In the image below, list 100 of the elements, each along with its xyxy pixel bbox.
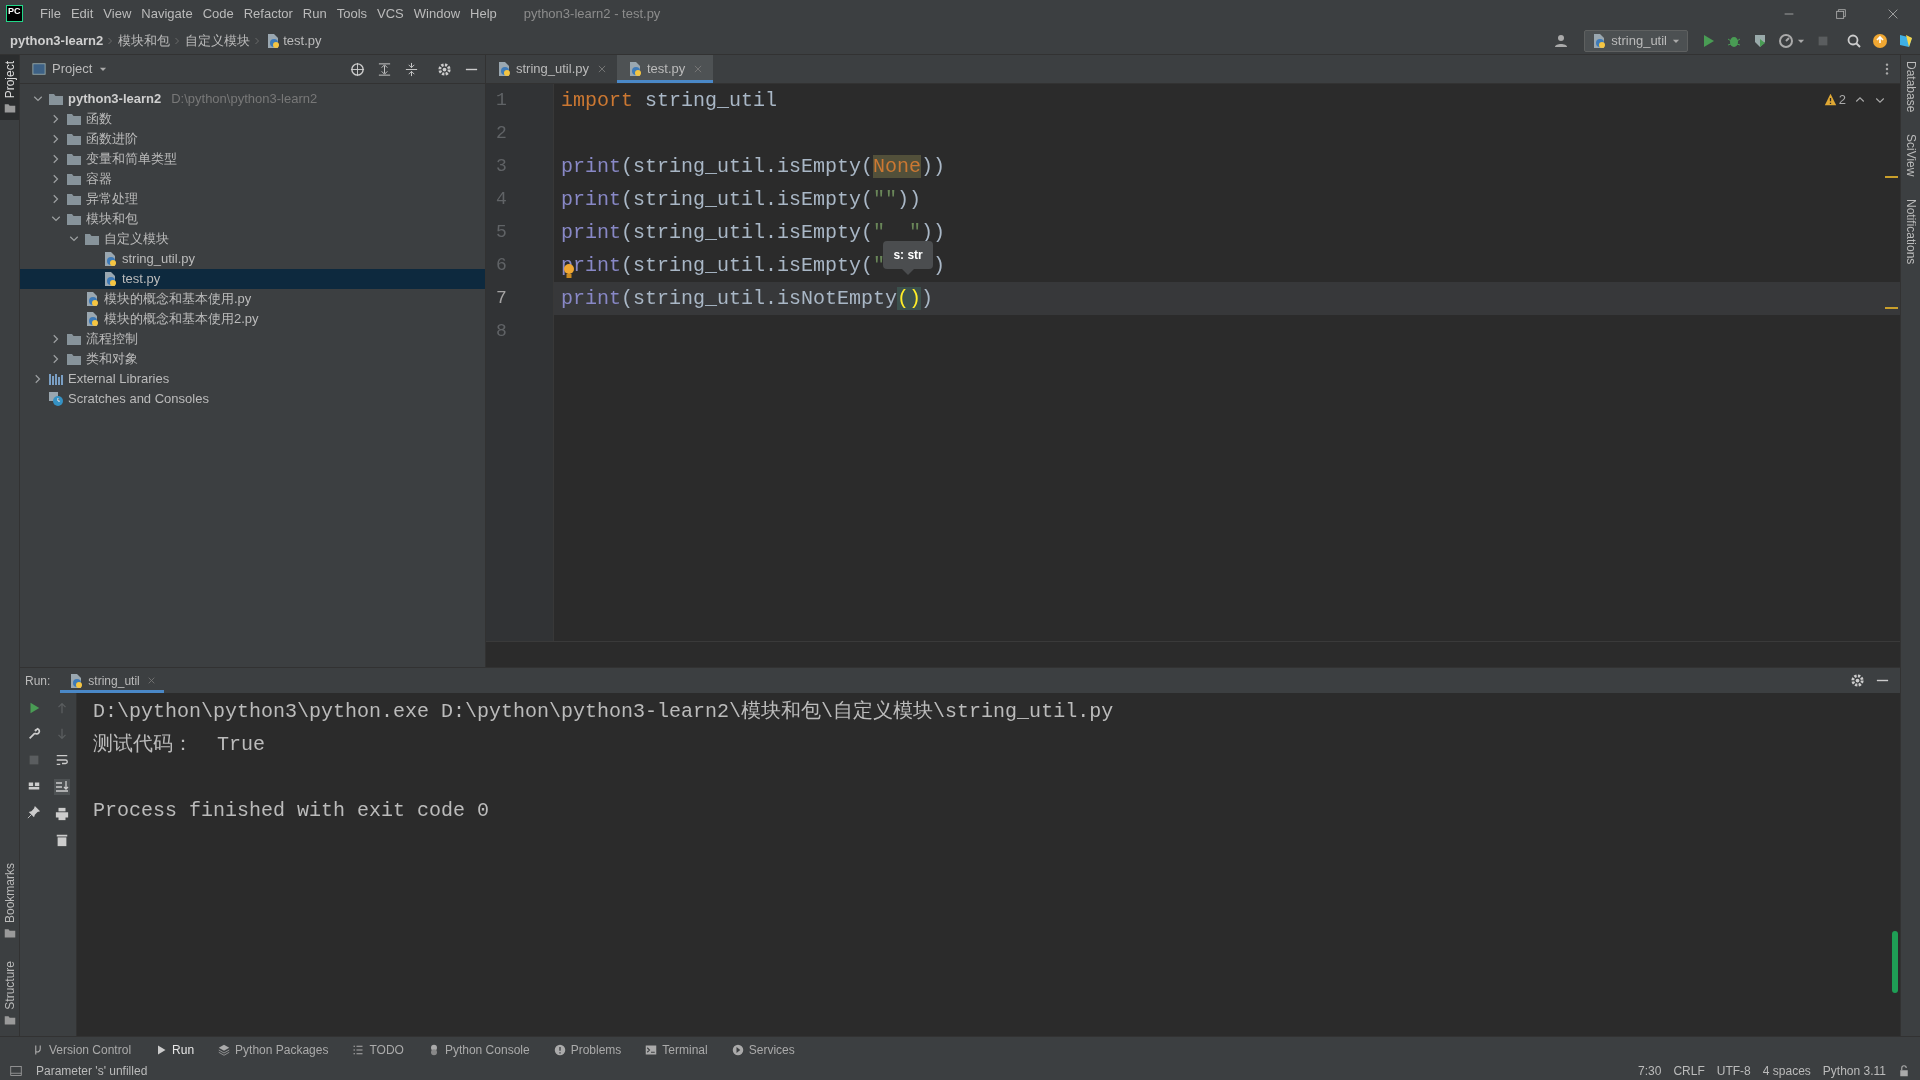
update-icon[interactable] — [1872, 32, 1888, 49]
code-line: print(string_util.isEmpty(None)) — [561, 154, 946, 180]
tree-item[interactable]: test.py — [20, 269, 485, 289]
expand-all-icon[interactable] — [377, 61, 392, 77]
python-file-icon — [84, 291, 100, 307]
settings-icon[interactable] — [437, 61, 452, 77]
gauge-icon[interactable] — [1778, 32, 1794, 49]
warning-stripe-mark — [1885, 176, 1898, 178]
tree-item[interactable]: Scratches and Consoles — [20, 389, 485, 409]
scratches-icon — [48, 391, 64, 407]
tree-item[interactable]: 变量和简单类型 — [20, 149, 485, 169]
folder-icon — [3, 1014, 16, 1026]
tool-window-tab[interactable]: Python Console — [425, 1038, 532, 1061]
tool-window-tab[interactable]: Services — [729, 1038, 797, 1061]
folder-icon — [3, 927, 16, 940]
tool-window-tab[interactable]: Terminal — [643, 1038, 710, 1061]
menu-item[interactable]: Window — [408, 3, 466, 24]
tool-window-button[interactable]: Structure — [0, 955, 19, 1032]
breadcrumb[interactable]: 自定义模块 — [185, 30, 251, 51]
tree-item[interactable]: string_util.py — [20, 249, 485, 269]
tree-item[interactable]: python3-learn2 D:\python\python3-learn2 — [20, 89, 485, 109]
run-configuration-dropdown[interactable]: string_util — [1584, 29, 1688, 52]
console-line: D:\python\python3\python.exe D:\python\python3-learn2\模块和包\自定义模块\string_util.py — [93, 699, 1115, 725]
editor-tab[interactable]: string_util.py — [486, 55, 617, 83]
python-file-icon — [84, 311, 100, 327]
warning-count[interactable]: 2 — [1823, 90, 1846, 110]
tree-item[interactable]: 模块的概念和基本使用.py — [20, 289, 485, 309]
menu-item[interactable]: Edit — [65, 3, 99, 24]
search-icon[interactable] — [1846, 32, 1862, 49]
status-item[interactable]: CRLF — [1673, 1062, 1705, 1080]
editor-tab[interactable]: test.py — [617, 55, 714, 83]
menu-item[interactable]: Refactor — [238, 3, 298, 24]
soft-wrap-icon[interactable] — [55, 753, 69, 767]
locate-icon[interactable] — [350, 61, 365, 77]
branch-icon — [32, 1043, 44, 1056]
warning-stripe-mark — [1885, 307, 1898, 309]
tree-item[interactable]: 函数进阶 — [20, 129, 485, 149]
python-file-icon — [496, 61, 512, 77]
scroll-to-end-icon[interactable] — [54, 779, 70, 795]
menu-item[interactable]: Help — [465, 3, 502, 24]
menu-item[interactable]: Code — [197, 3, 239, 24]
tree-item[interactable]: 容器 — [20, 169, 485, 189]
tool-window-tab[interactable]: Run — [153, 1038, 197, 1061]
panel-toggle-icon[interactable] — [10, 1065, 22, 1077]
tree-item[interactable]: 模块的概念和基本使用2.py — [20, 309, 485, 329]
lock-icon[interactable] — [1898, 1065, 1910, 1077]
tree-item[interactable]: 异常处理 — [20, 189, 485, 209]
library-icon — [48, 371, 64, 387]
folder-icon — [66, 351, 82, 367]
folder-icon — [66, 211, 82, 227]
tool-window-button[interactable]: SciView — [1900, 134, 1920, 177]
tree-item[interactable]: 函数 — [20, 109, 485, 129]
tool-window-tab[interactable]: Python Packages — [216, 1038, 331, 1061]
tool-window-button[interactable]: Project — [0, 55, 19, 121]
tree-item[interactable]: 模块和包 — [20, 209, 485, 229]
trash-icon[interactable] — [55, 833, 69, 847]
menu-item[interactable]: Navigate — [136, 3, 198, 24]
menu-item[interactable]: View — [98, 3, 137, 24]
menu-item[interactable]: VCS — [372, 3, 409, 24]
status-item[interactable]: 7:30 — [1638, 1062, 1662, 1080]
plugin-logo-icon[interactable] — [1898, 32, 1914, 49]
restore-icon[interactable] — [1834, 6, 1848, 21]
tooltip-pointer-icon — [902, 269, 915, 275]
tool-window-tab[interactable]: TODO — [350, 1038, 406, 1061]
tree-item[interactable]: 自定义模块 — [20, 229, 485, 249]
status-item[interactable]: Python 3.11 — [1822, 1062, 1886, 1080]
tool-window-button[interactable]: Bookmarks — [0, 857, 19, 946]
status-item[interactable]: UTF-8 — [1716, 1062, 1751, 1080]
run-label: Run: — [25, 672, 51, 690]
warning-icon — [1823, 93, 1837, 107]
tree-item[interactable]: 流程控制 — [20, 329, 485, 349]
menu-item[interactable]: Run — [297, 3, 332, 24]
tree-item[interactable]: 类和对象 — [20, 349, 485, 369]
tool-window-tab[interactable]: Version Control — [30, 1038, 134, 1061]
print-icon[interactable] — [55, 807, 69, 821]
tool-window-button[interactable]: Database — [1900, 61, 1920, 113]
folder-icon — [66, 111, 82, 127]
status-item[interactable]: 4 spaces — [1762, 1062, 1811, 1080]
pin-icon[interactable] — [27, 805, 41, 819]
app-logo: PC — [6, 5, 23, 22]
code-line: print(string_util.isNotEmpty()) — [561, 286, 934, 312]
menu-item[interactable]: File — [35, 3, 66, 24]
tree-item[interactable]: External Libraries — [20, 369, 485, 389]
breadcrumb[interactable]: python3-learn2 — [10, 30, 104, 51]
settings-icon[interactable] — [1850, 673, 1865, 688]
tool-window-button[interactable]: Notifications — [1900, 198, 1920, 265]
scrollbar — [1892, 931, 1898, 993]
tool-window-tab[interactable]: Problems — [551, 1038, 624, 1061]
folder-icon — [66, 331, 82, 347]
project-view-dropdown[interactable]: Project — [32, 59, 109, 79]
breadcrumb[interactable]: 模块和包 — [118, 30, 171, 51]
line-number: 7 — [495, 287, 508, 310]
menu-item[interactable]: Tools — [331, 3, 373, 24]
collapse-all-icon[interactable] — [404, 61, 419, 77]
wrench-icon[interactable] — [27, 727, 41, 741]
play-circle-icon — [731, 1043, 744, 1056]
breadcrumb[interactable]: test.py — [265, 30, 322, 51]
folder-icon — [48, 91, 64, 107]
folder-icon — [66, 171, 82, 187]
shield-icon[interactable] — [1752, 32, 1768, 49]
